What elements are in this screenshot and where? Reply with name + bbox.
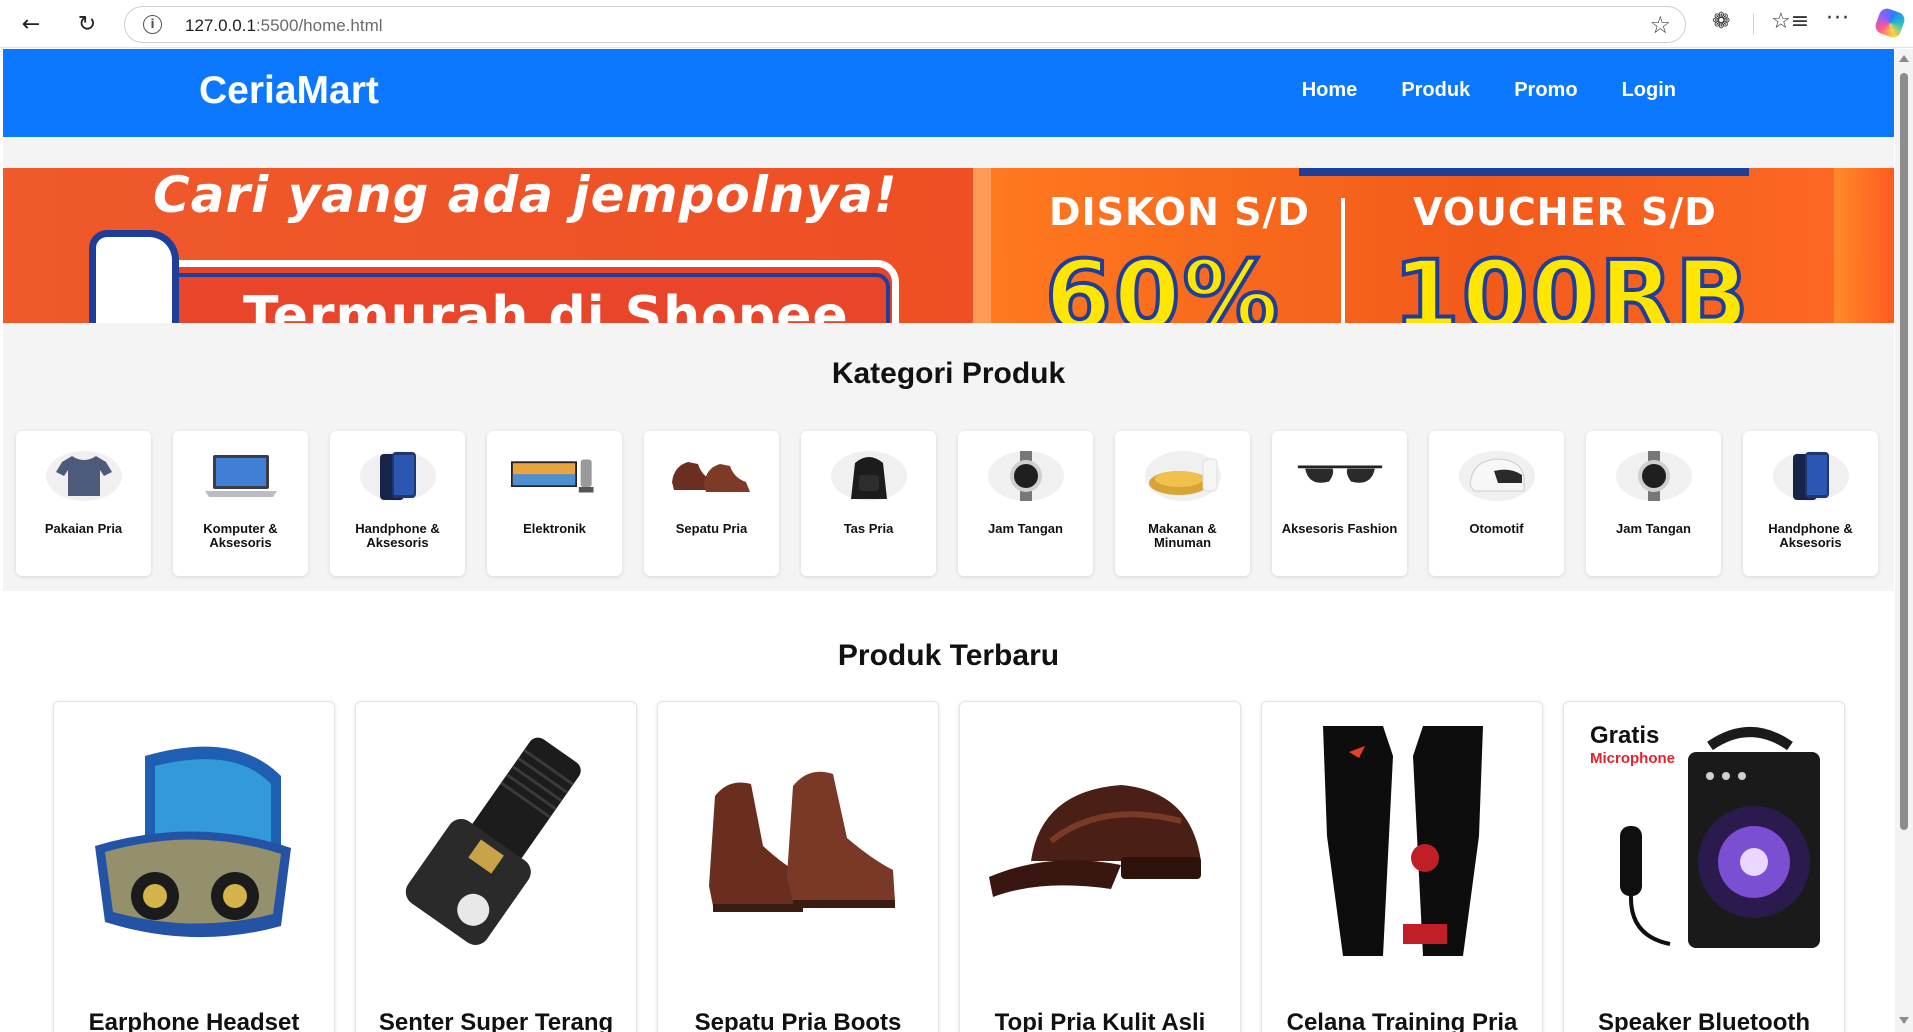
- banner-divider: [1341, 198, 1345, 323]
- promo-banner[interactable]: Cari yang ada jempolnya! Termurah di Sho…: [3, 168, 1894, 323]
- discount-label: DISKON S/D: [1049, 190, 1310, 234]
- product-card-earphone[interactable]: Earphone Headset: [53, 701, 335, 1032]
- category-card-makanan[interactable]: Makanan & Minuman: [1115, 431, 1250, 576]
- product-section: Produk Terbaru Earphone Headset Senter S…: [3, 591, 1894, 1032]
- banner-right: DISKON S/D VOUCHER S/D 60% 100RB: [973, 168, 1894, 323]
- helmet-icon: [1453, 445, 1541, 507]
- tshirt-icon: [40, 445, 128, 507]
- category-card-sepatu[interactable]: Sepatu Pria: [644, 431, 779, 576]
- shoe-icon: [668, 445, 756, 507]
- boots-icon: [674, 716, 924, 966]
- url-text[interactable]: 127.0.0.1:5500/home.html: [185, 16, 383, 36]
- category-card-tas[interactable]: Tas Pria: [801, 431, 936, 576]
- favorite-star-icon[interactable]: ☆: [1649, 11, 1671, 39]
- nav-promo[interactable]: Promo: [1514, 79, 1577, 102]
- address-bar[interactable]: i 127.0.0.1:5500/home.html ☆: [124, 6, 1686, 43]
- cap-icon: [976, 716, 1226, 966]
- voucher-label: VOUCHER S/D: [1413, 190, 1717, 234]
- laptop-icon: [197, 445, 285, 507]
- reload-icon[interactable]: ↻: [70, 8, 104, 40]
- more-menu-icon[interactable]: ···: [1826, 6, 1850, 31]
- watch-icon: [1610, 445, 1698, 507]
- tv-icon: [511, 445, 599, 507]
- brand-logo[interactable]: CeriaMart: [199, 69, 379, 113]
- product-list: Earphone Headset Senter Super Terang Sep…: [53, 701, 1845, 1032]
- backpack-icon: [825, 445, 913, 507]
- pants-icon: [1278, 716, 1528, 966]
- phone-icon: [1767, 445, 1855, 507]
- banner-pill-text: Termurah di Shopee: [243, 286, 849, 323]
- category-section: Kategori Produk Pakaian Pria Komputer & …: [3, 323, 1894, 591]
- category-card-jam-tangan[interactable]: Jam Tangan: [958, 431, 1093, 576]
- site-header: CeriaMart Home Produk Promo Login: [3, 49, 1894, 137]
- scroll-down-icon[interactable]: [1899, 1017, 1909, 1024]
- category-card-handphone-2[interactable]: Handphone & Aksesoris: [1743, 431, 1878, 576]
- category-card-handphone[interactable]: Handphone & Aksesoris: [330, 431, 465, 576]
- top-nav: Home Produk Promo Login: [1302, 79, 1676, 102]
- browser-toolbar: ← ↻ i 127.0.0.1:5500/home.html ☆ ❁ ☆≡ ··…: [0, 0, 1913, 48]
- watch-icon: [982, 445, 1070, 507]
- sunglasses-icon: [1296, 445, 1384, 507]
- food-icon: [1139, 445, 1227, 507]
- back-arrow-icon[interactable]: ←: [14, 8, 48, 40]
- site-info-icon[interactable]: i: [143, 15, 162, 34]
- scroll-thumb[interactable]: [1900, 73, 1908, 830]
- extensions-icon[interactable]: ❁: [1712, 9, 1730, 34]
- category-card-aksesoris-fashion[interactable]: Aksesoris Fashion: [1272, 431, 1407, 576]
- category-card-pakaian-pria[interactable]: Pakaian Pria: [16, 431, 151, 576]
- product-card-topi[interactable]: Topi Pria Kulit Asli: [959, 701, 1241, 1032]
- thumbs-up-icon: [89, 230, 179, 323]
- product-card-sepatu-boots[interactable]: Sepatu Pria Boots: [657, 701, 939, 1032]
- nav-produk[interactable]: Produk: [1401, 79, 1470, 102]
- toolbar-divider: [1753, 13, 1754, 35]
- discount-value: 60%: [1043, 238, 1281, 323]
- category-card-otomotif[interactable]: Otomotif: [1429, 431, 1564, 576]
- voucher-value: 100RB: [1391, 238, 1751, 323]
- favorites-list-icon[interactable]: ☆≡: [1771, 9, 1809, 34]
- earbuds-icon: [70, 716, 320, 966]
- flashlight-icon: [372, 716, 622, 966]
- product-card-speaker[interactable]: Gratis Microphone Speaker Bluetooth: [1563, 701, 1845, 1032]
- category-card-jam-tangan-2[interactable]: Jam Tangan: [1586, 431, 1721, 576]
- category-list: Pakaian Pria Komputer & Aksesoris Handph…: [16, 431, 1878, 576]
- category-title: Kategori Produk: [831, 357, 1066, 390]
- phone-icon: [354, 445, 442, 507]
- banner-headline: Cari yang ada jempolnya!: [153, 168, 898, 224]
- product-title: Produk Terbaru: [837, 639, 1060, 672]
- page-viewport: CeriaMart Home Produk Promo Login Cari y…: [3, 49, 1894, 1032]
- scroll-up-icon[interactable]: [1899, 55, 1909, 62]
- nav-home[interactable]: Home: [1302, 79, 1358, 102]
- vertical-scrollbar[interactable]: [1895, 49, 1913, 1032]
- copilot-icon[interactable]: [1873, 6, 1907, 40]
- nav-login[interactable]: Login: [1622, 79, 1676, 102]
- speaker-icon: [1580, 716, 1830, 966]
- category-card-komputer[interactable]: Komputer & Aksesoris: [173, 431, 308, 576]
- product-card-celana[interactable]: Celana Training Pria: [1261, 701, 1543, 1032]
- category-card-elektronik[interactable]: Elektronik: [487, 431, 622, 576]
- product-card-senter[interactable]: Senter Super Terang: [355, 701, 637, 1032]
